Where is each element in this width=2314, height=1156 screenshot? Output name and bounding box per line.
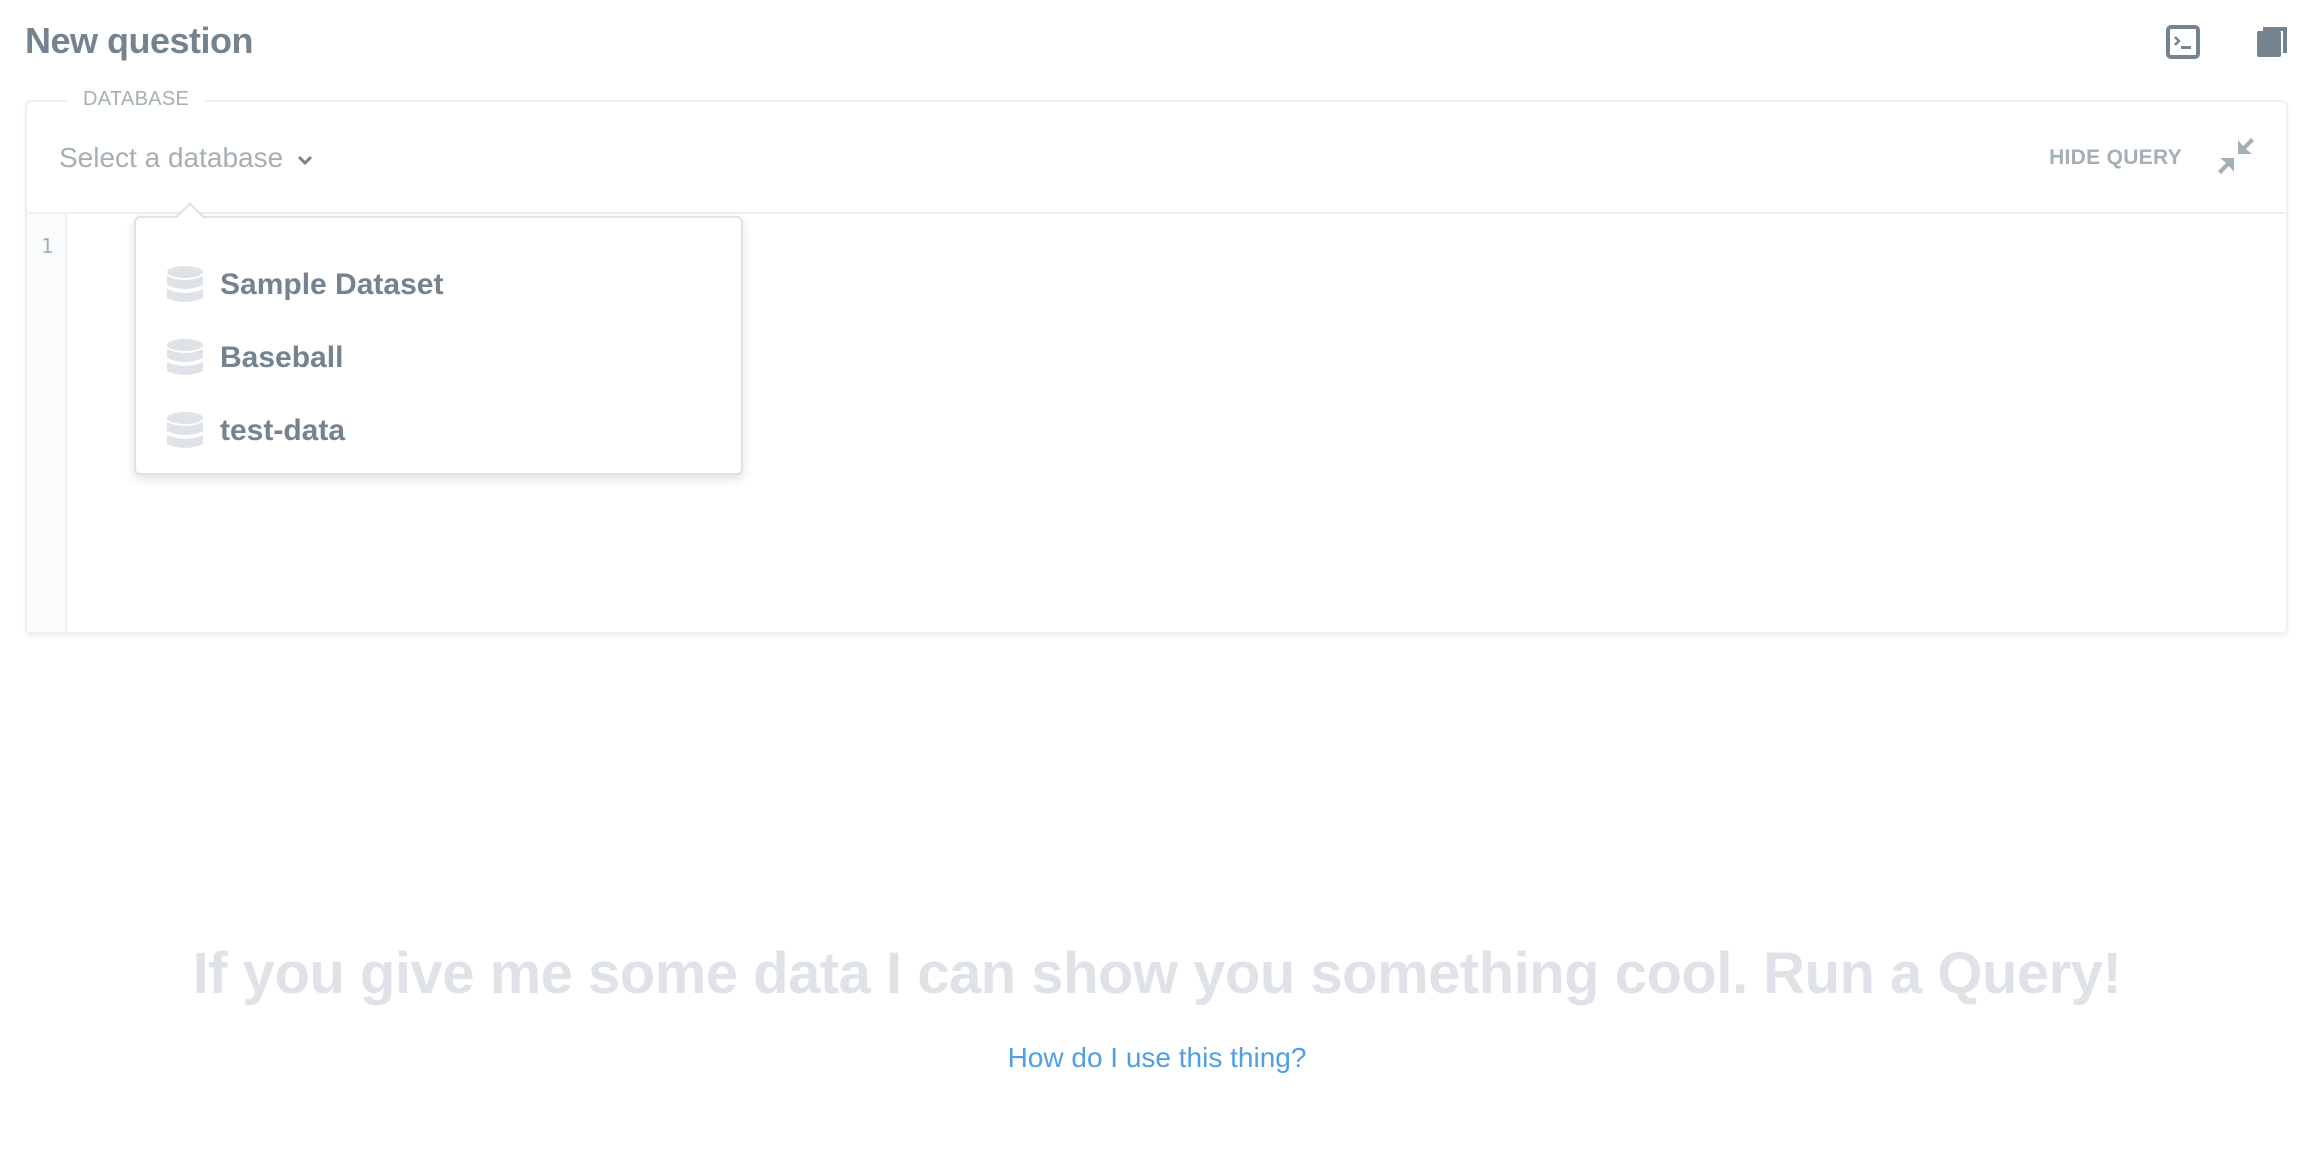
database-option-label: Baseball <box>220 340 344 374</box>
help-link[interactable]: How do I use this thing? <box>0 1042 2314 1074</box>
database-select[interactable]: Select a database <box>59 142 313 174</box>
line-number: 1 <box>41 234 54 258</box>
page-title: New question <box>25 20 254 61</box>
collapse-icon <box>2218 138 2254 174</box>
reference-panel-button[interactable] <box>2252 22 2292 62</box>
popover-arrow <box>174 202 206 219</box>
database-list: Sample Dataset Baseball test-data <box>166 248 711 467</box>
database-select-label: Select a database <box>59 142 284 173</box>
database-icon <box>167 338 203 375</box>
reference-panel-icon <box>2257 27 2287 57</box>
collapse-editor-button[interactable] <box>2216 136 2256 176</box>
database-dropdown: Sample Dataset Baseball test-data <box>134 202 743 475</box>
database-option-sample-dataset[interactable]: Sample Dataset <box>166 248 711 321</box>
hide-query-button[interactable]: HIDE QUERY <box>2049 146 2182 170</box>
chevron-down-icon <box>298 155 313 166</box>
database-legend: DATABASE <box>67 88 206 111</box>
database-option-label: Sample Dataset <box>220 267 444 301</box>
line-gutter: 1 <box>27 214 67 632</box>
database-option-label: test-data <box>220 413 346 447</box>
empty-state-message: If you give me some data I can show you … <box>192 941 2122 1006</box>
database-option-test-data[interactable]: test-data <box>166 394 711 467</box>
database-option-baseball[interactable]: Baseball <box>166 321 711 394</box>
database-icon <box>167 265 203 302</box>
sql-editor-icon <box>2166 25 2200 59</box>
database-icon <box>167 411 203 448</box>
sql-editor-button[interactable] <box>2163 22 2203 62</box>
